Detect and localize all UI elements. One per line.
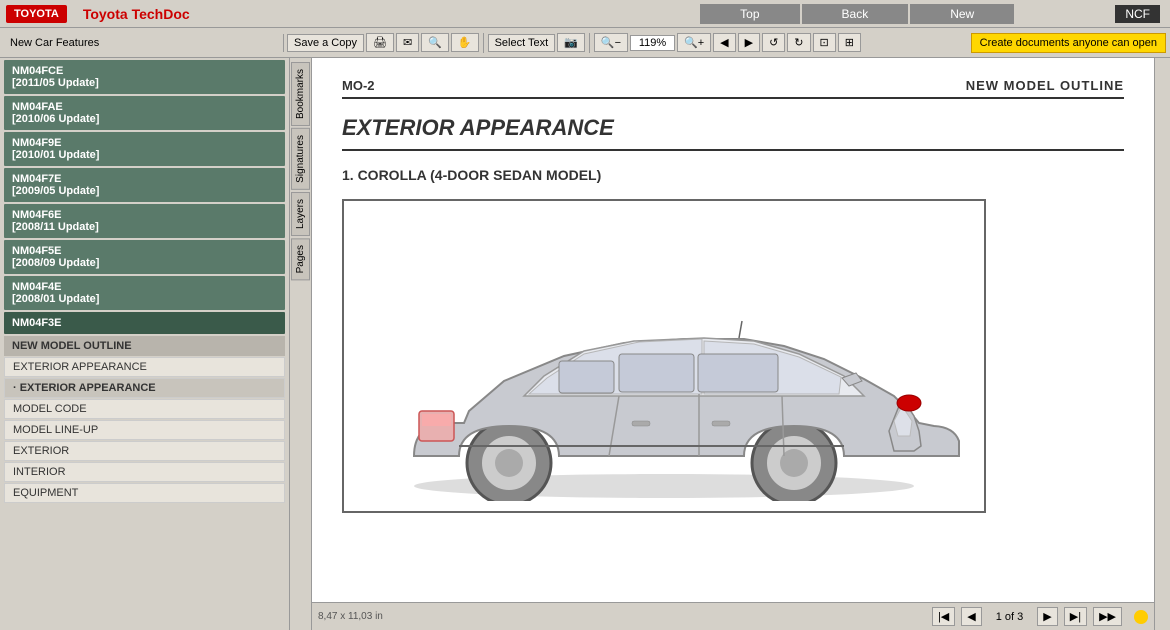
last-page-button[interactable]: ▶| bbox=[1064, 607, 1087, 626]
back-nav-button[interactable]: Back bbox=[802, 4, 909, 24]
toolbar-section-left: Save a Copy 🖨 ✉ 🔍 ✋ Select Text 📷 🔍− 🔍+ … bbox=[287, 33, 861, 53]
bottom-bar: 8,47 x 11,03 in |◀ ◀ 1 of 3 ▶ ▶| ▶▶ bbox=[312, 602, 1154, 630]
ncf-badge: NCF bbox=[1115, 5, 1160, 23]
separator-1 bbox=[483, 33, 484, 53]
full-screen-button[interactable]: ⊞ bbox=[838, 33, 861, 52]
bookmarks-tab[interactable]: Bookmarks bbox=[291, 62, 310, 126]
sidebar-sub-item-model-lineup[interactable]: MODEL LINE-UP bbox=[4, 420, 285, 440]
zoom-in-button[interactable]: 🔍+ bbox=[677, 33, 711, 52]
separator-2 bbox=[589, 33, 590, 53]
next-page-button[interactable]: ▶ bbox=[738, 33, 760, 52]
sidebar-sub-item-ext-appear-active[interactable]: · EXTERIOR APPEARANCE bbox=[4, 378, 285, 398]
sidebar-item-nm04fae[interactable]: NM04FAE [2010/06 Update] bbox=[4, 96, 285, 130]
main-area: NM04FCE [2011/05 Update] NM04FAE [2010/0… bbox=[0, 58, 1170, 630]
new-nav-button[interactable]: New bbox=[910, 4, 1014, 24]
top-bar: TOYOTA Toyota TechDoc Top Back New NCF bbox=[0, 0, 1170, 28]
snapshot-button[interactable]: 📷 bbox=[557, 33, 585, 52]
zoom-input[interactable] bbox=[630, 35, 675, 51]
dimensions-label: 8,47 x 11,03 in bbox=[318, 611, 383, 622]
sidebar-panel-header: New Car Features bbox=[4, 34, 284, 52]
top-nav-button[interactable]: Top bbox=[700, 4, 799, 24]
rotate-left-button[interactable]: ↺ bbox=[762, 33, 785, 52]
sidebar-sub-item-equipment[interactable]: EQUIPMENT bbox=[4, 483, 285, 503]
nav-buttons: Top Back New bbox=[599, 4, 1115, 24]
sidebar-sub-item-model-code[interactable]: MODEL CODE bbox=[4, 399, 285, 419]
layers-tab[interactable]: Layers bbox=[291, 192, 310, 236]
select-text-button[interactable]: Select Text bbox=[488, 34, 556, 52]
toyota-logo: TOYOTA bbox=[6, 5, 67, 23]
sidebar-item-nm04f5e[interactable]: NM04F5E [2008/09 Update] bbox=[4, 240, 285, 274]
sidebar-item-nm04f6e[interactable]: NM04F6E [2008/11 Update] bbox=[4, 204, 285, 238]
car-image bbox=[354, 211, 974, 501]
create-doc-button[interactable]: Create documents anyone can open bbox=[971, 33, 1166, 53]
sidebar-sub-item-exterior[interactable]: EXTERIOR bbox=[4, 441, 285, 461]
toolbar: New Car Features Save a Copy 🖨 ✉ 🔍 ✋ Sel… bbox=[0, 28, 1170, 58]
right-scrollbar bbox=[1154, 58, 1170, 630]
fit-page-button[interactable]: ⊡ bbox=[813, 33, 836, 52]
doc-sub-title: 1. COROLLA (4-DOOR SEDAN MODEL) bbox=[342, 167, 1124, 183]
rotate-right-button[interactable]: ↻ bbox=[787, 33, 810, 52]
sidebar-item-nm04f7e[interactable]: NM04F7E [2009/05 Update] bbox=[4, 168, 285, 202]
sidebar-item-nm04fce[interactable]: NM04FCE [2011/05 Update] bbox=[4, 60, 285, 94]
first-page-button[interactable]: |◀ bbox=[932, 607, 955, 626]
sidebar-scroll[interactable]: NM04FCE [2011/05 Update] NM04FAE [2010/0… bbox=[0, 58, 289, 630]
sidebar-item-nm04f9e[interactable]: NM04F9E [2010/01 Update] bbox=[4, 132, 285, 166]
sidebar-item-nm04f4e[interactable]: NM04F4E [2008/01 Update] bbox=[4, 276, 285, 310]
side-tabs: Bookmarks Signatures Layers Pages bbox=[290, 58, 312, 630]
search-button[interactable]: 🔍 bbox=[421, 33, 449, 52]
prev-page-btn[interactable]: ◀ bbox=[961, 607, 981, 626]
sidebar-sub-item-interior[interactable]: INTERIOR bbox=[4, 462, 285, 482]
car-image-box bbox=[342, 199, 986, 513]
doc-main-title: EXTERIOR APPEARANCE bbox=[342, 115, 1124, 151]
print-button[interactable]: 🖨 bbox=[366, 33, 394, 52]
email-button[interactable]: ✉ bbox=[396, 33, 419, 52]
sidebar-sub-header-nmo[interactable]: NEW MODEL OUTLINE bbox=[4, 336, 285, 356]
pages-tab[interactable]: Pages bbox=[291, 238, 310, 280]
doc-header-line: MO-2 NEW MODEL OUTLINE bbox=[342, 78, 1124, 99]
app-title: Toyota TechDoc bbox=[73, 6, 599, 22]
signatures-tab[interactable]: Signatures bbox=[291, 128, 310, 190]
save-copy-button[interactable]: Save a Copy bbox=[287, 34, 364, 52]
doc-mo-label: MO-2 bbox=[342, 78, 375, 93]
play-button[interactable]: ▶▶ bbox=[1093, 607, 1122, 626]
document-content: MO-2 NEW MODEL OUTLINE EXTERIOR APPEARAN… bbox=[312, 58, 1154, 630]
hand-tool-button[interactable]: ✋ bbox=[451, 33, 479, 52]
sidebar-sub-item-ext-appear[interactable]: EXTERIOR APPEARANCE bbox=[4, 357, 285, 377]
sidebar: NM04FCE [2011/05 Update] NM04FAE [2010/0… bbox=[0, 58, 290, 630]
doc-section-title: NEW MODEL OUTLINE bbox=[966, 78, 1124, 93]
sidebar-item-nm04f3e[interactable]: NM04F3E bbox=[4, 312, 285, 334]
prev-page-button[interactable]: ◀ bbox=[713, 33, 735, 52]
next-page-btn2[interactable]: ▶ bbox=[1037, 607, 1057, 626]
status-indicator bbox=[1134, 610, 1148, 624]
page-info: 1 of 3 bbox=[996, 611, 1024, 623]
doc-scroll-area[interactable]: MO-2 NEW MODEL OUTLINE EXTERIOR APPEARAN… bbox=[312, 58, 1154, 602]
zoom-out-button[interactable]: 🔍− bbox=[594, 33, 628, 52]
